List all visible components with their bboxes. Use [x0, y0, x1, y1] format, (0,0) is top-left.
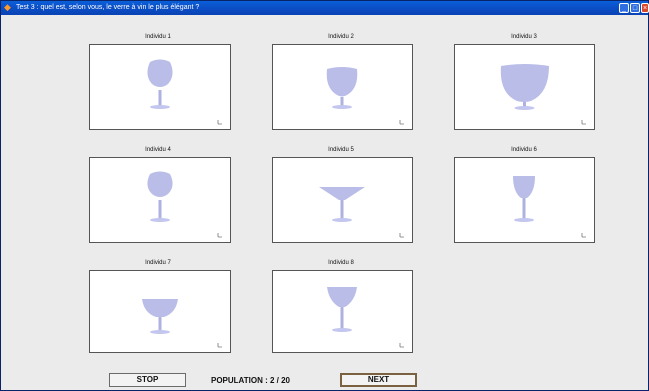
population-counter: POPULATION : 2 / 20: [211, 376, 290, 385]
axes-orientation-icon: [217, 343, 222, 348]
individual-label-1: Individu 1: [145, 34, 171, 40]
individual-label-2: Individu 2: [328, 34, 354, 40]
glass-2: [326, 67, 358, 109]
axes-orientation-icon: [581, 120, 586, 125]
glass-3: [500, 64, 549, 110]
individual-panel-8[interactable]: [272, 270, 413, 353]
figure-window: ◆ Test 3 : quel est, selon vous, le verr…: [0, 0, 649, 391]
axes-orientation-icon: [217, 233, 222, 238]
individual-label-4: Individu 4: [145, 147, 171, 153]
next-button[interactable]: NEXT: [340, 373, 417, 387]
individual-label-3: Individu 3: [511, 34, 537, 40]
glass-4: [147, 171, 173, 222]
axes-orientation-icon: [217, 120, 222, 125]
glass-6: [513, 176, 535, 222]
axes-orientation-icon: [399, 120, 404, 125]
individual-panel-1[interactable]: [89, 44, 231, 130]
individual-panel-7[interactable]: [89, 270, 231, 353]
axes-orientation-icon: [399, 233, 404, 238]
glass-1: [147, 59, 173, 109]
glass-5: [319, 187, 365, 222]
individual-label-7: Individu 7: [145, 260, 171, 266]
individual-label-6: Individu 6: [511, 147, 537, 153]
axes-orientation-icon: [399, 343, 404, 348]
stop-button[interactable]: STOP: [109, 373, 186, 387]
individual-label-5: Individu 5: [328, 147, 354, 153]
glass-8: [327, 287, 357, 332]
glass-7: [142, 299, 178, 334]
minimize-button[interactable]: _: [619, 3, 629, 13]
title-bar: ◆ Test 3 : quel est, selon vous, le verr…: [1, 1, 649, 15]
individual-panel-6[interactable]: [454, 157, 595, 243]
individual-panel-2[interactable]: [272, 44, 413, 130]
maximize-button[interactable]: □: [630, 3, 640, 13]
individual-panel-4[interactable]: [89, 157, 231, 243]
individual-label-8: Individu 8: [328, 260, 354, 266]
close-button[interactable]: ×: [641, 3, 649, 13]
individual-panel-5[interactable]: [272, 157, 413, 243]
individual-panel-3[interactable]: [454, 44, 595, 130]
window-title: Test 3 : quel est, selon vous, le verre …: [16, 4, 200, 11]
axes-orientation-icon: [581, 233, 586, 238]
matlab-app-icon: ◆: [4, 2, 11, 12]
